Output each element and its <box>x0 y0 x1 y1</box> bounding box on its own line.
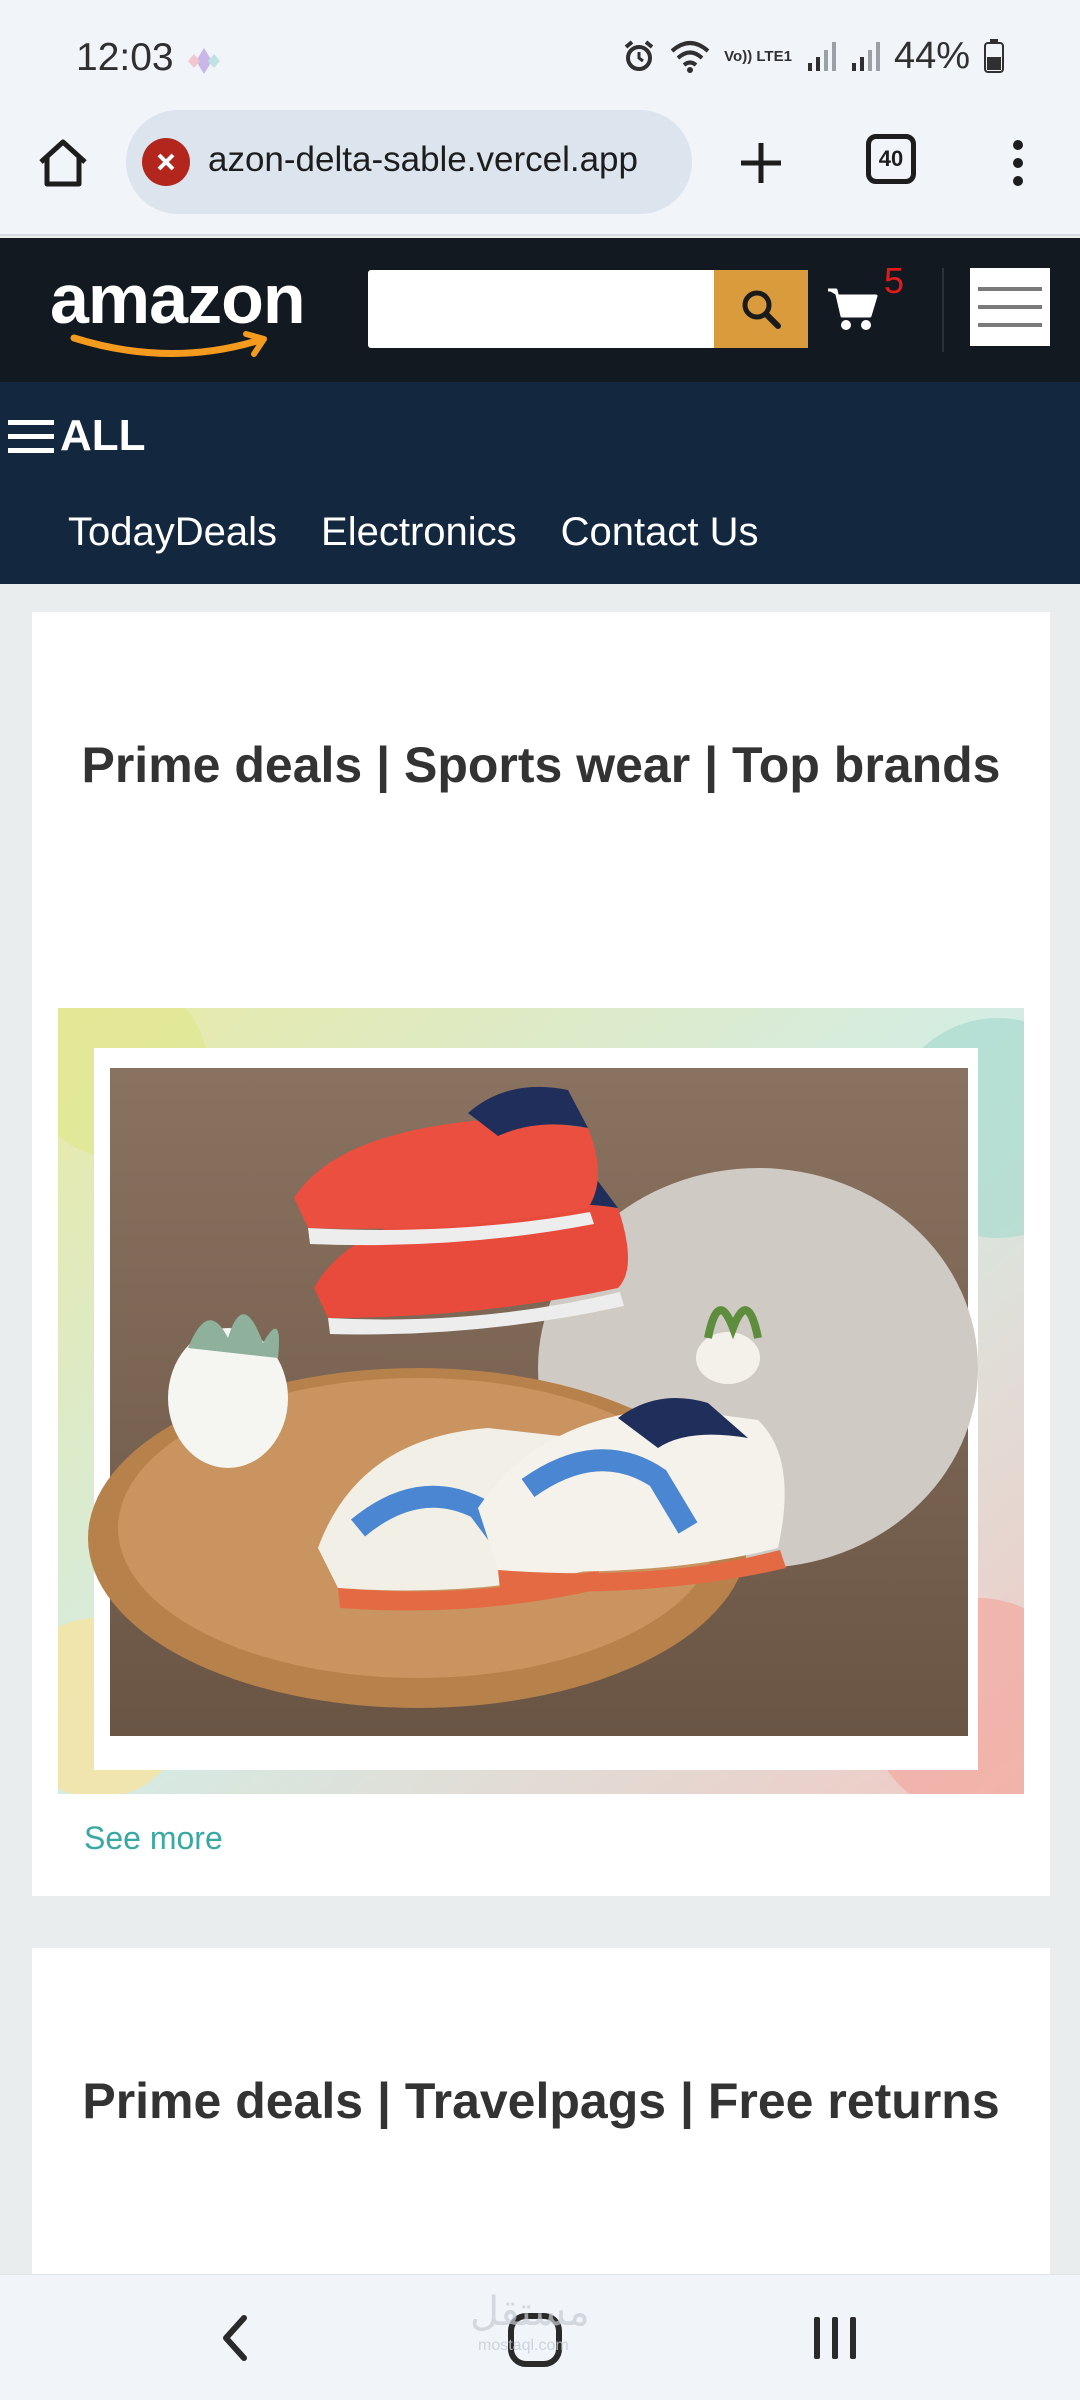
menu-line <box>978 305 1042 309</box>
browser-home-button[interactable] <box>32 132 94 194</box>
deal-card: Prime deals | Sports wear | Top brands S… <box>32 612 1050 1896</box>
all-menu-button[interactable]: ALL <box>8 406 146 466</box>
sparkle-icon <box>188 48 220 74</box>
signal-icon-1 <box>807 42 836 71</box>
watermark-subtitle: mostaql.com <box>478 2337 569 2354</box>
alarm-icon <box>624 40 654 71</box>
nav-link-contact-us[interactable]: Contact Us <box>561 510 759 555</box>
menu-line <box>978 323 1042 327</box>
deal-card-title: Prime deals | Travelpags | Free returns <box>82 2073 1000 2129</box>
cart-button[interactable] <box>822 278 882 338</box>
new-tab-button[interactable] <box>730 132 792 194</box>
amazon-smile-icon <box>70 331 267 357</box>
watermark-logo: مستقل <box>470 2289 590 2335</box>
header-menu-button[interactable] <box>970 268 1050 346</box>
amazon-nav: ALL TodayDeals Electronics Contact Us <box>0 382 1080 584</box>
hamburger-icon <box>8 419 54 453</box>
sneakers-photo <box>58 1008 1024 1794</box>
nav-links: TodayDeals Electronics Contact Us <box>68 510 759 555</box>
browser-menu-button[interactable] <box>1000 132 1036 194</box>
search-button[interactable] <box>714 270 808 348</box>
see-more-link[interactable]: See more <box>84 1820 223 1857</box>
site-error-icon[interactable] <box>142 138 190 186</box>
address-bar[interactable]: azon-delta-sable.vercel.app <box>126 110 692 214</box>
browser-toolbar: azon-delta-sable.vercel.app 40 <box>0 110 1080 236</box>
menu-line <box>978 287 1042 291</box>
system-nav-bar: مستقل mostaql.com <box>0 2274 1080 2400</box>
status-bar: 12:03 Vo)) LTE1 44% <box>0 0 1080 110</box>
volte-indicator: Vo)) LTE1 <box>724 47 792 65</box>
tab-count: 40 <box>878 146 904 171</box>
battery-percent: 44% <box>893 34 970 77</box>
system-back-button[interactable] <box>210 2313 260 2363</box>
amazon-logo[interactable]: amazon <box>50 264 320 364</box>
cart-count-badge: 5 <box>884 260 905 301</box>
deal-card: Prime deals | Travelpags | Free returns <box>32 1948 1050 2278</box>
close-icon <box>157 153 175 171</box>
back-icon <box>223 2315 247 2361</box>
wifi-icon <box>670 41 710 73</box>
battery-icon <box>984 39 1004 73</box>
nav-link-electronics[interactable]: Electronics <box>321 510 517 555</box>
system-recents-button[interactable] <box>814 2317 856 2359</box>
search-icon <box>742 290 781 329</box>
home-icon <box>39 139 87 187</box>
amazon-header: amazon 5 <box>0 238 1080 382</box>
nav-link-today-deals[interactable]: TodayDeals <box>68 510 277 555</box>
cart-icon <box>828 288 878 330</box>
more-vert-icon <box>1013 140 1023 186</box>
plus-icon <box>741 143 781 183</box>
amazon-logo-text: amazon <box>50 260 306 338</box>
status-time: 12:03 <box>76 36 174 79</box>
all-label: ALL <box>60 411 146 460</box>
status-icons: Vo)) LTE1 44% <box>622 34 1004 78</box>
tab-switcher-button[interactable]: 40 <box>866 134 916 184</box>
url-text[interactable]: azon-delta-sable.vercel.app <box>208 140 638 180</box>
header-divider <box>942 268 944 352</box>
deal-card-title: Prime deals | Sports wear | Top brands <box>81 737 1001 793</box>
signal-icon-2 <box>851 42 880 71</box>
sneakers-image[interactable] <box>58 1008 1024 1794</box>
